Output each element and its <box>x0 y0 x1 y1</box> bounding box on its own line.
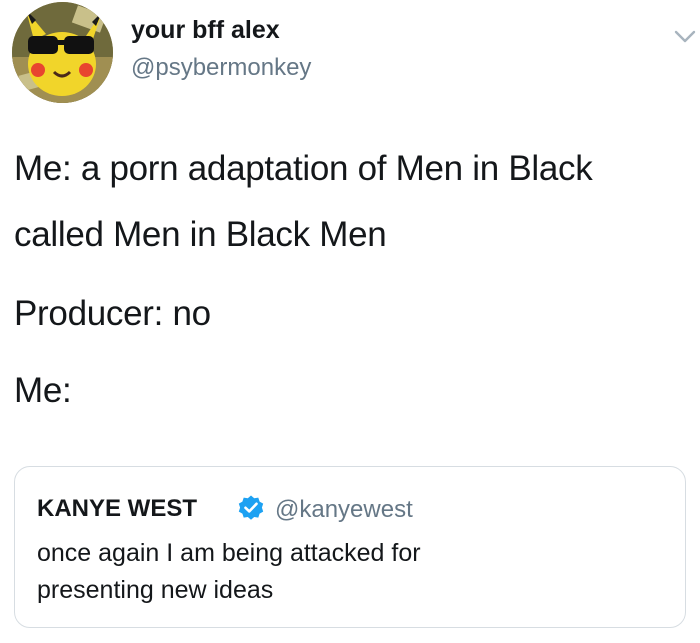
user-handle[interactable]: @psybermonkey <box>131 54 311 82</box>
chevron-down-icon[interactable] <box>672 24 698 50</box>
quoted-user-handle[interactable]: @kanyewest <box>275 496 413 524</box>
tweet-text-line: called Men in Black Men <box>14 215 387 254</box>
quoted-tweet[interactable]: KANYE WEST @kanyewest once again I am be… <box>14 466 686 628</box>
quoted-text-line: presenting new ideas <box>37 576 274 604</box>
tweet-header: your bff alex @psybermonkey <box>12 2 696 103</box>
tweet-card: your bff alex @psybermonkey Me: a porn a… <box>0 0 700 643</box>
verified-badge-icon <box>238 495 264 520</box>
quoted-text-line: once again I am being attacked for <box>37 539 421 567</box>
tweet-text-line: Producer: no <box>14 294 211 333</box>
display-name[interactable]: your bff alex <box>131 16 280 45</box>
quoted-display-name[interactable]: KANYE WEST <box>37 495 197 523</box>
avatar[interactable] <box>12 2 113 103</box>
pikachu-sunglasses-avatar-icon <box>12 2 113 103</box>
tweet-text-line: Me: a porn adaptation of Men in Black <box>14 149 593 188</box>
tweet-text-line: Me: <box>14 371 72 410</box>
